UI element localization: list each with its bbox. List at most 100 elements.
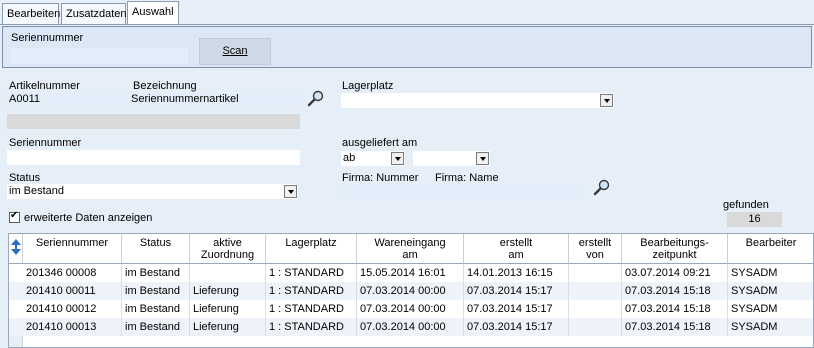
extended-data-label: erweiterte Daten anzeigen (24, 212, 153, 224)
article-extra-field (7, 114, 300, 129)
tab-zusatzdaten[interactable]: Zusatzdaten (61, 3, 127, 24)
col-header-goods-receipt-l1: Wareneingang (374, 237, 446, 249)
serial-label: Seriennummer (9, 137, 82, 149)
article-number-field[interactable]: A0011 (7, 92, 129, 107)
cell-edit-time: 03.07.2014 09:21 (622, 264, 728, 282)
table-row[interactable]: 201410 00013 im Bestand Lieferung 1 : STAND… (9, 318, 813, 336)
tab-auswahl[interactable]: Auswahl (127, 1, 179, 25)
delivered-mode-value: ab (343, 152, 356, 164)
col-header-assignment[interactable]: aktive Zuordnung (190, 234, 266, 264)
col-header-serial-l1: Seriennummer (35, 237, 109, 249)
cell-serial: 201410 00011 (23, 282, 122, 300)
scan-serial-input[interactable] (10, 48, 188, 64)
cell-created-by (569, 264, 622, 282)
cell-serial: 201346 00008 (23, 264, 122, 282)
article-desc-field: Seriennummernartikel (129, 92, 300, 107)
tab-divider (0, 24, 814, 25)
col-header-created-at[interactable]: erstellt am (464, 234, 569, 264)
status-select-value: im Bestand (9, 185, 65, 197)
company-search-icon[interactable] (592, 179, 612, 197)
cell-created-by (569, 300, 622, 318)
col-header-created-by[interactable]: erstellt von (569, 234, 622, 264)
cell-status: im Bestand (122, 300, 190, 318)
cell-edit-time: 07.03.2014 15:18 (622, 282, 728, 300)
col-header-goods-receipt[interactable]: Wareneingang am (357, 234, 464, 264)
scan-panel: Seriennummer Scan (2, 26, 812, 68)
col-header-created-at-l1: erstellt (499, 237, 533, 249)
sort-header-cell[interactable] (9, 234, 23, 264)
col-header-assignment-l1: aktive (213, 237, 242, 249)
col-header-serial[interactable]: Seriennummer (23, 234, 122, 264)
cell-created-at: 07.03.2014 15:17 (464, 300, 569, 318)
cell-storage: 1 : STANDARD (266, 318, 357, 336)
cell-created-at: 07.03.2014 15:17 (464, 318, 569, 336)
col-header-created-by-l1: erstellt (578, 237, 612, 249)
cell-status: im Bestand (122, 282, 190, 300)
cell-created-by (569, 282, 622, 300)
cell-assignment: Lieferung (190, 300, 266, 318)
cell-assignment: Lieferung (190, 318, 266, 336)
table-row[interactable]: 201410 00011 im Bestand Lieferung 1 : STAND… (9, 282, 813, 300)
delivered-mode-select[interactable]: ab (341, 151, 405, 166)
cell-edit-time: 07.03.2014 15:18 (622, 300, 728, 318)
cell-storage: 1 : STANDARD (266, 282, 357, 300)
cell-status: im Bestand (122, 264, 190, 282)
cell-created-at: 07.03.2014 15:17 (464, 282, 569, 300)
cell-goods-receipt: 07.03.2014 00:00 (357, 282, 464, 300)
cell-goods-receipt: 07.03.2014 00:00 (357, 318, 464, 336)
tab-strip: Bearbeiten Zusatzdaten Auswahl (0, 0, 814, 25)
cell-editor: SYSADM (728, 264, 813, 282)
table-row[interactable]: 201410 00012 im Bestand Lieferung 1 : STAND… (9, 300, 813, 318)
extended-data-checkbox[interactable] (9, 210, 20, 223)
cell-assignment (190, 264, 266, 282)
delivered-label: ausgeliefert am (342, 137, 418, 149)
company-name-field[interactable] (434, 184, 583, 199)
col-header-edit-time-l1: Bearbeitungs- (640, 237, 709, 249)
serial-input[interactable] (7, 150, 300, 165)
cell-editor: SYSADM (728, 318, 813, 336)
cell-goods-receipt: 15.05.2014 16:01 (357, 264, 464, 282)
cell-storage: 1 : STANDARD (266, 300, 357, 318)
status-select[interactable]: im Bestand (7, 184, 298, 199)
status-dropdown-arrow[interactable] (284, 185, 297, 198)
storage-select[interactable] (341, 93, 614, 108)
found-label: gefunden (723, 199, 769, 211)
scan-serial-label: Seriennummer (11, 32, 84, 44)
cell-status: im Bestand (122, 318, 190, 336)
article-desc-label: Bezeichnung (133, 80, 197, 92)
scan-button[interactable]: Scan (199, 38, 271, 65)
cell-assignment: Lieferung (190, 282, 266, 300)
cell-storage: 1 : STANDARD (266, 264, 357, 282)
col-header-edit-time[interactable]: Bearbeitungs-zeitpunkt (622, 234, 728, 264)
col-header-assignment-l2: Zuordnung (200, 249, 255, 261)
col-header-storage-l1: Lagerplatz (285, 237, 337, 249)
status-label: Status (9, 172, 41, 184)
delivered-mode-arrow[interactable] (391, 152, 404, 165)
col-header-status[interactable]: Status (122, 234, 190, 264)
storage-label: Lagerplatz (342, 80, 394, 92)
col-header-goods-receipt-l2: am (402, 249, 418, 261)
company-number-field[interactable] (341, 184, 429, 199)
scan-button-label: Scan (222, 45, 248, 57)
article-search-icon[interactable] (306, 90, 326, 108)
col-header-edit-time-l2: zeitpunkt (652, 249, 697, 261)
company-number-label: Firma: Nummer (342, 172, 419, 184)
col-header-created-by-l2: von (586, 249, 604, 261)
delivered-date-arrow[interactable] (476, 152, 489, 165)
cell-edit-time: 07.03.2014 15:18 (622, 318, 728, 336)
delivered-date-select[interactable] (413, 151, 490, 166)
cell-editor: SYSADM (728, 282, 813, 300)
table-row[interactable]: 201346 00008 im Bestand 1 : STANDARD 15.05.… (9, 264, 813, 282)
cell-goods-receipt: 07.03.2014 00:00 (357, 300, 464, 318)
tab-bearbeiten[interactable]: Bearbeiten (2, 3, 60, 24)
cell-serial: 201410 00012 (23, 300, 122, 318)
storage-dropdown-arrow[interactable] (600, 94, 613, 107)
col-header-storage[interactable]: Lagerplatz (266, 234, 357, 264)
col-header-editor-l1: Bearbeiter (745, 237, 797, 249)
sort-arrows-icon[interactable] (10, 239, 21, 255)
cell-serial: 201410 00013 (23, 318, 122, 336)
results-table: Seriennummer Status aktive Zuordnung Lage… (8, 233, 814, 348)
cell-created-by (569, 318, 622, 336)
col-header-editor[interactable]: Bearbeiter (728, 234, 813, 264)
cell-created-at: 14.01.2013 16:15 (464, 264, 569, 282)
